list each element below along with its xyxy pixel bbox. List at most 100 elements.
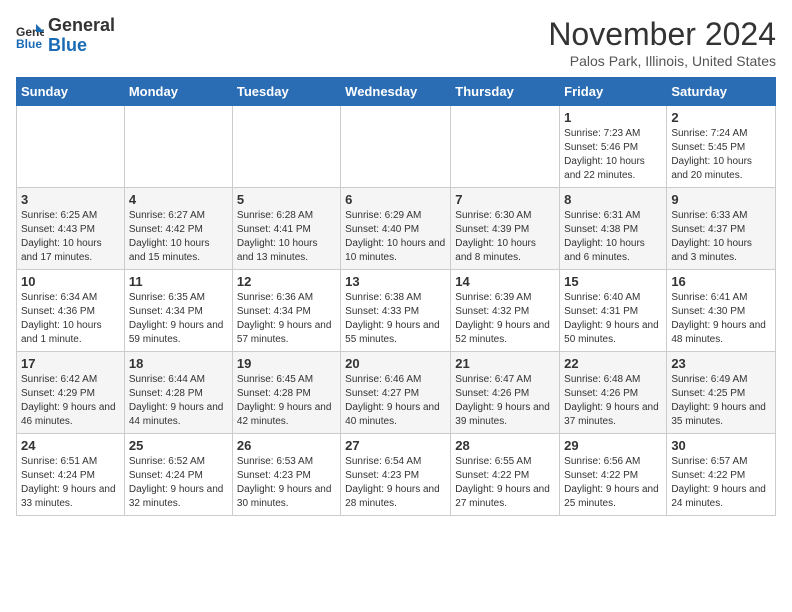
header: General Blue General Blue November 2024 … (16, 16, 776, 69)
day-number: 30 (671, 438, 771, 453)
day-detail: Sunrise: 7:24 AM Sunset: 5:45 PM Dayligh… (671, 127, 771, 183)
day-cell: 28Sunrise: 6:55 AM Sunset: 4:22 PM Dayli… (451, 434, 560, 516)
day-number: 13 (345, 274, 446, 289)
day-cell: 4Sunrise: 6:27 AM Sunset: 4:42 PM Daylig… (124, 188, 232, 270)
day-cell: 21 Sunrise: 6:47 AM Sunset: 4:26 PM Dayli… (451, 352, 560, 434)
day-cell: 11Sunrise: 6:35 AM Sunset: 4:34 PM Dayli… (124, 270, 232, 352)
day-number: 17 (21, 356, 120, 371)
day-number: 14 (455, 274, 555, 289)
day-cell: 8 Sunrise: 6:31 AM Sunset: 4:38 PM Daylig… (560, 188, 667, 270)
day-number: 25 (129, 438, 228, 453)
day-cell: 23Sunrise: 6:49 AM Sunset: 4:25 PM Dayli… (667, 352, 776, 434)
week-row-5: 24 Sunrise: 6:51 AM Sunset: 4:24 PM Dayli… (17, 434, 776, 516)
day-detail: Sunrise: 6:54 AM Sunset: 4:23 PM Dayligh… (345, 455, 446, 511)
day-number: 18 (129, 356, 228, 371)
day-cell: 6Sunrise: 6:29 AM Sunset: 4:40 PM Daylig… (341, 188, 451, 270)
day-detail: Sunrise: 6:36 AM Sunset: 4:34 PM Dayligh… (237, 291, 336, 347)
logo-icon: General Blue (16, 22, 44, 50)
day-cell: 22 Sunrise: 6:48 AM Sunset: 4:26 PM Dayli… (560, 352, 667, 434)
logo-blue: Blue (48, 36, 115, 56)
day-detail: Sunrise: 6:47 AM Sunset: 4:26 PM Dayligh… (455, 373, 555, 429)
day-cell: 17Sunrise: 6:42 AM Sunset: 4:29 PM Dayli… (17, 352, 125, 434)
col-thursday: Thursday (451, 78, 560, 106)
day-detail: Sunrise: 6:53 AM Sunset: 4:23 PM Dayligh… (237, 455, 336, 511)
day-detail: Sunrise: 6:45 AM Sunset: 4:28 PM Dayligh… (237, 373, 336, 429)
day-cell: 5 Sunrise: 6:28 AM Sunset: 4:41 PM Daylig… (232, 188, 340, 270)
day-cell: 29Sunrise: 6:56 AM Sunset: 4:22 PM Dayli… (560, 434, 667, 516)
col-wednesday: Wednesday (341, 78, 451, 106)
day-number: 7 (455, 192, 555, 207)
day-detail: Sunrise: 6:51 AM Sunset: 4:24 PM Dayligh… (21, 455, 120, 511)
col-sunday: Sunday (17, 78, 125, 106)
logo: General Blue General Blue (16, 16, 115, 56)
day-cell: 20 Sunrise: 6:46 AM Sunset: 4:27 PM Dayli… (341, 352, 451, 434)
day-detail: Sunrise: 6:44 AM Sunset: 4:28 PM Dayligh… (129, 373, 228, 429)
day-number: 9 (671, 192, 771, 207)
day-cell: 3 Sunrise: 6:25 AM Sunset: 4:43 PM Daylig… (17, 188, 125, 270)
calendar-table: Sunday Monday Tuesday Wednesday Thursday… (16, 77, 776, 516)
day-number: 22 (564, 356, 662, 371)
col-monday: Monday (124, 78, 232, 106)
day-number: 15 (564, 274, 662, 289)
calendar-subtitle: Palos Park, Illinois, United States (548, 53, 776, 69)
day-detail: Sunrise: 6:28 AM Sunset: 4:41 PM Dayligh… (237, 209, 336, 265)
day-number: 11 (129, 274, 228, 289)
day-cell (232, 106, 340, 188)
day-cell: 7Sunrise: 6:30 AM Sunset: 4:39 PM Daylig… (451, 188, 560, 270)
title-area: November 2024 Palos Park, Illinois, Unit… (548, 16, 776, 69)
day-number: 21 (455, 356, 555, 371)
day-number: 20 (345, 356, 446, 371)
week-row-2: 3 Sunrise: 6:25 AM Sunset: 4:43 PM Daylig… (17, 188, 776, 270)
day-detail: Sunrise: 6:39 AM Sunset: 4:32 PM Dayligh… (455, 291, 555, 347)
day-number: 5 (237, 192, 336, 207)
header-row: Sunday Monday Tuesday Wednesday Thursday… (17, 78, 776, 106)
day-detail: Sunrise: 6:48 AM Sunset: 4:26 PM Dayligh… (564, 373, 662, 429)
day-detail: Sunrise: 6:33 AM Sunset: 4:37 PM Dayligh… (671, 209, 771, 265)
week-row-1: 1 Sunrise: 7:23 AM Sunset: 5:46 PM Daylig… (17, 106, 776, 188)
calendar-title: November 2024 (548, 16, 776, 53)
col-tuesday: Tuesday (232, 78, 340, 106)
day-number: 3 (21, 192, 120, 207)
day-detail: Sunrise: 6:31 AM Sunset: 4:38 PM Dayligh… (564, 209, 662, 265)
day-number: 24 (21, 438, 120, 453)
day-cell: 1 Sunrise: 7:23 AM Sunset: 5:46 PM Daylig… (560, 106, 667, 188)
week-row-4: 17Sunrise: 6:42 AM Sunset: 4:29 PM Dayli… (17, 352, 776, 434)
day-number: 29 (564, 438, 662, 453)
day-number: 19 (237, 356, 336, 371)
day-detail: Sunrise: 6:41 AM Sunset: 4:30 PM Dayligh… (671, 291, 771, 347)
day-cell: 18 Sunrise: 6:44 AM Sunset: 4:28 PM Dayli… (124, 352, 232, 434)
day-detail: Sunrise: 6:25 AM Sunset: 4:43 PM Dayligh… (21, 209, 120, 265)
day-detail: Sunrise: 6:46 AM Sunset: 4:27 PM Dayligh… (345, 373, 446, 429)
day-number: 28 (455, 438, 555, 453)
day-cell: 12Sunrise: 6:36 AM Sunset: 4:34 PM Dayli… (232, 270, 340, 352)
day-number: 23 (671, 356, 771, 371)
day-number: 8 (564, 192, 662, 207)
day-detail: Sunrise: 7:23 AM Sunset: 5:46 PM Dayligh… (564, 127, 662, 183)
day-cell: 19 Sunrise: 6:45 AM Sunset: 4:28 PM Dayli… (232, 352, 340, 434)
calendar-body: 1 Sunrise: 7:23 AM Sunset: 5:46 PM Daylig… (17, 106, 776, 516)
week-row-3: 10Sunrise: 6:34 AM Sunset: 4:36 PM Dayli… (17, 270, 776, 352)
day-number: 10 (21, 274, 120, 289)
day-detail: Sunrise: 6:38 AM Sunset: 4:33 PM Dayligh… (345, 291, 446, 347)
day-cell: 15 Sunrise: 6:40 AM Sunset: 4:31 PM Dayli… (560, 270, 667, 352)
svg-text:Blue: Blue (16, 37, 42, 50)
day-cell: 2 Sunrise: 7:24 AM Sunset: 5:45 PM Daylig… (667, 106, 776, 188)
day-cell: 24 Sunrise: 6:51 AM Sunset: 4:24 PM Dayli… (17, 434, 125, 516)
day-detail: Sunrise: 6:29 AM Sunset: 4:40 PM Dayligh… (345, 209, 446, 265)
day-number: 27 (345, 438, 446, 453)
day-cell: 30Sunrise: 6:57 AM Sunset: 4:22 PM Dayli… (667, 434, 776, 516)
col-friday: Friday (560, 78, 667, 106)
day-cell: 25Sunrise: 6:52 AM Sunset: 4:24 PM Dayli… (124, 434, 232, 516)
calendar-header: Sunday Monday Tuesday Wednesday Thursday… (17, 78, 776, 106)
day-number: 1 (564, 110, 662, 125)
day-number: 2 (671, 110, 771, 125)
col-saturday: Saturday (667, 78, 776, 106)
day-cell: 26Sunrise: 6:53 AM Sunset: 4:23 PM Dayli… (232, 434, 340, 516)
day-detail: Sunrise: 6:40 AM Sunset: 4:31 PM Dayligh… (564, 291, 662, 347)
day-cell: 14 Sunrise: 6:39 AM Sunset: 4:32 PM Dayli… (451, 270, 560, 352)
day-cell: 27 Sunrise: 6:54 AM Sunset: 4:23 PM Dayli… (341, 434, 451, 516)
day-cell: 10Sunrise: 6:34 AM Sunset: 4:36 PM Dayli… (17, 270, 125, 352)
day-cell: 13 Sunrise: 6:38 AM Sunset: 4:33 PM Dayli… (341, 270, 451, 352)
day-cell: 9 Sunrise: 6:33 AM Sunset: 4:37 PM Daylig… (667, 188, 776, 270)
day-number: 16 (671, 274, 771, 289)
